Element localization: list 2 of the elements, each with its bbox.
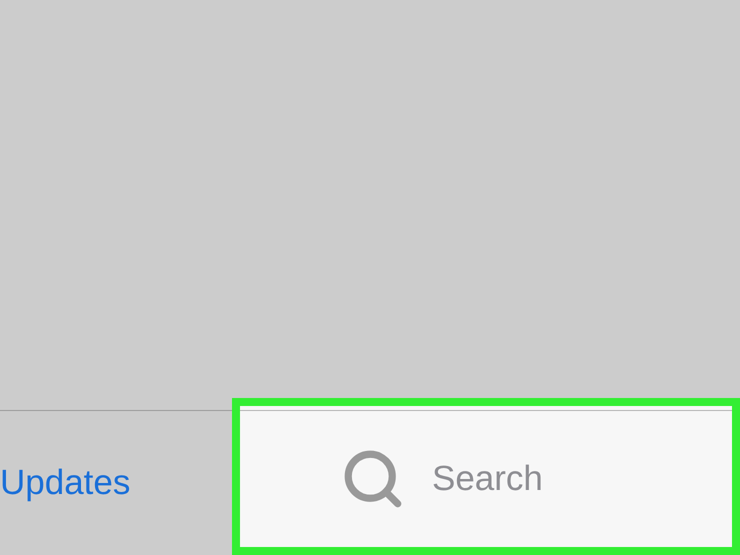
tab[interactable]: Search xyxy=(340,446,543,512)
tab[interactable]: Updates xyxy=(0,463,130,503)
